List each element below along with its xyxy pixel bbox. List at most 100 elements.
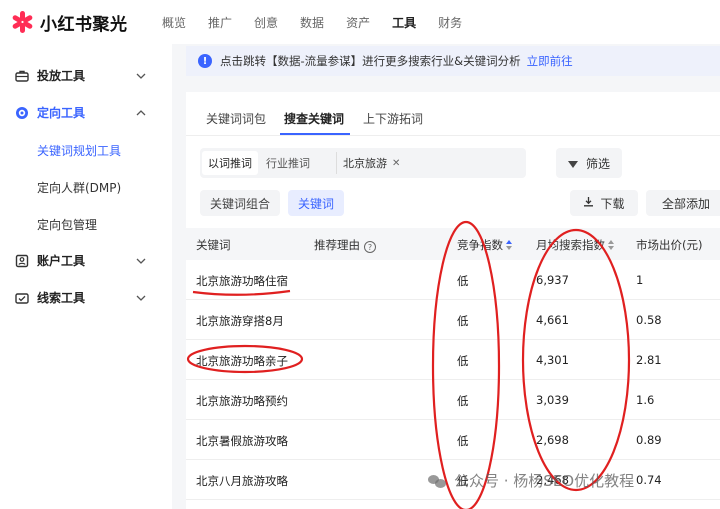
add-all-label: 全部添加 (661, 196, 710, 211)
tab-search-keywords[interactable]: 搜查关键词 (284, 110, 344, 127)
price-cell: 2.81 (636, 353, 662, 367)
target-icon (15, 105, 29, 119)
nav-item-assets[interactable]: 资产 (346, 14, 370, 31)
price-cell: 0.89 (636, 433, 662, 447)
watermark: 公众号 · 杨杨SEO优化教程 (428, 470, 634, 491)
column-header-monthly-search-label: 月均搜索指数 (536, 238, 605, 252)
tab-related-keywords[interactable]: 上下游拓词 (363, 110, 423, 127)
add-all-button[interactable]: 全部添加 (646, 190, 720, 216)
brand-name: 小红书聚光 (40, 14, 128, 35)
banner-text: 点击跳转【数据-流量参谋】进行更多搜索行业&关键词分析 (220, 54, 521, 68)
chip-label: 北京旅游 (343, 157, 387, 170)
competition-cell: 低 (457, 434, 469, 448)
price-cell: 1 (636, 273, 644, 287)
sidebar-group-leads-tools[interactable]: 线索工具 (0, 279, 172, 315)
monthly-search-cell: 2,698 (536, 433, 569, 447)
keyword-cell: 北京旅游穿搭8月 (196, 314, 284, 328)
sidebar-group-account-tools[interactable]: 账户工具 (0, 242, 172, 278)
sort-icon[interactable] (506, 240, 512, 250)
keyword-cell: 北京八月旅游攻略 (196, 474, 288, 488)
nav-item-overview[interactable]: 概览 (162, 14, 186, 31)
column-header-competition[interactable]: 竞争指数 (457, 237, 512, 253)
table-header: 关键词 推荐理由? 竞争指数 月均搜索指数 市场出价(元) (186, 228, 720, 260)
brand-logo[interactable]: 小红书聚光 (11, 10, 152, 35)
monthly-search-cell: 6,937 (536, 273, 569, 287)
help-icon[interactable]: ? (364, 241, 376, 253)
keyword-planner-card: 关键词词包 搜查关键词 上下游拓词 以词推词 行业推词 北京旅游 ✕ 筛选 关键… (186, 92, 720, 509)
sidebar-group-label: 定向工具 (37, 105, 86, 120)
sidebar-group-targeting-tools[interactable]: 定向工具 (0, 94, 172, 130)
price-cell: 1.6 (636, 393, 655, 407)
brand-flower-icon (11, 11, 34, 33)
competition-cell: 低 (457, 274, 469, 288)
banner-link[interactable]: 立即前往 (527, 53, 573, 69)
nav-item-promotion[interactable]: 推广 (208, 14, 232, 31)
sidebar-item-keyword-planner[interactable]: 关键词规划工具 (37, 142, 121, 159)
column-header-competition-label: 竞争指数 (457, 238, 503, 252)
sidebar-item-dmp[interactable]: 定向人群(DMP) (37, 179, 121, 196)
keyword-cell: 北京旅游功略住宿 (196, 274, 288, 288)
keyword-cell: 北京旅游功略亲子 (196, 354, 288, 368)
watermark-text: 公众号 · 杨杨SEO优化教程 (454, 472, 635, 490)
column-header-reason: 推荐理由? (314, 237, 376, 253)
monthly-search-cell: 3,039 (536, 393, 569, 407)
table-row[interactable]: 北京暑假旅游攻略 低 2,698 0.89 (186, 420, 720, 460)
download-icon (583, 196, 594, 210)
sort-icon[interactable] (608, 240, 614, 250)
nav-item-tools[interactable]: 工具 (392, 14, 416, 31)
top-navigation-bar: 小红书聚光 概览 推广 创意 数据 资产 工具 财务 (0, 0, 720, 44)
info-icon: ! (198, 54, 212, 68)
keyword-source-selector: 以词推词 行业推词 北京旅游 ✕ (200, 148, 526, 178)
leads-icon (15, 290, 29, 304)
tab-bar: 关键词词包 搜查关键词 上下游拓词 (186, 92, 720, 136)
table-row[interactable]: 北京旅游穿搭8月 低 4,661 0.58 (186, 300, 720, 340)
active-tab-indicator (280, 133, 350, 135)
table-row[interactable]: 北京旅游功略预约 低 3,039 1.6 (186, 380, 720, 420)
mode-option-by-keyword[interactable]: 以词推词 (202, 151, 258, 175)
filter-icon (567, 160, 578, 168)
competition-cell: 低 (457, 314, 469, 328)
monthly-search-cell: 4,301 (536, 353, 569, 367)
toolbox-icon (15, 68, 29, 82)
view-option-keyword-combo[interactable]: 关键词组合 (200, 190, 281, 216)
nav-item-creative[interactable]: 创意 (254, 14, 278, 31)
info-banner: ! 点击跳转【数据-流量参谋】进行更多搜索行业&关键词分析 立即前往 (186, 46, 720, 76)
sidebar-group-label: 投放工具 (37, 68, 86, 83)
filter-bar: 以词推词 行业推词 北京旅游 ✕ 筛选 (200, 148, 720, 178)
toolbar: 关键词组合 关键词 下载 全部添加 (200, 190, 720, 216)
table-row[interactable]: 北京旅游功略亲子 低 4,301 2.81 (186, 340, 720, 380)
table-row[interactable]: 北京旅游功略住宿 低 6,937 1 (186, 260, 720, 300)
view-option-keyword[interactable]: 关键词 (288, 190, 345, 216)
download-label: 下载 (600, 196, 625, 211)
column-header-monthly-search[interactable]: 月均搜索指数 (536, 237, 614, 253)
filter-button-label: 筛选 (585, 156, 610, 171)
sidebar: 投放工具 定向工具 关键词规划工具 定向人群(DMP) 定向包管理 账户工具 线… (0, 44, 172, 509)
column-header-reason-label: 推荐理由 (314, 238, 360, 252)
sidebar-group-label: 账户工具 (37, 253, 86, 268)
sidebar-group-label: 线索工具 (37, 290, 86, 305)
keyword-cell: 北京旅游功略预约 (196, 394, 288, 408)
mode-option-by-industry[interactable]: 行业推词 (266, 155, 310, 171)
keyword-cell: 北京暑假旅游攻略 (196, 434, 288, 448)
sidebar-group-delivery-tools[interactable]: 投放工具 (0, 57, 172, 93)
close-icon[interactable]: ✕ (392, 158, 400, 169)
price-cell: 0.58 (636, 313, 662, 327)
keyword-chip: 北京旅游 ✕ (336, 152, 406, 174)
chevron-up-icon (136, 105, 146, 119)
price-cell: 0.74 (636, 473, 662, 487)
sidebar-item-targeting-packages[interactable]: 定向包管理 (37, 216, 97, 233)
nav-item-finance[interactable]: 财务 (438, 14, 462, 31)
tab-keyword-packages[interactable]: 关键词词包 (206, 110, 266, 127)
column-header-price: 市场出价(元) (636, 238, 703, 252)
wechat-icon (428, 473, 446, 489)
competition-cell: 低 (457, 354, 469, 368)
chevron-down-icon (136, 253, 146, 267)
monthly-search-cell: 4,661 (536, 313, 569, 327)
competition-cell: 低 (457, 394, 469, 408)
download-button[interactable]: 下载 (570, 190, 638, 216)
account-icon (15, 253, 29, 268)
main-nav: 概览 推广 创意 数据 资产 工具 财务 (162, 14, 484, 31)
nav-item-data[interactable]: 数据 (300, 14, 324, 31)
filter-button[interactable]: 筛选 (556, 148, 622, 178)
column-header-keyword: 关键词 (196, 238, 231, 252)
